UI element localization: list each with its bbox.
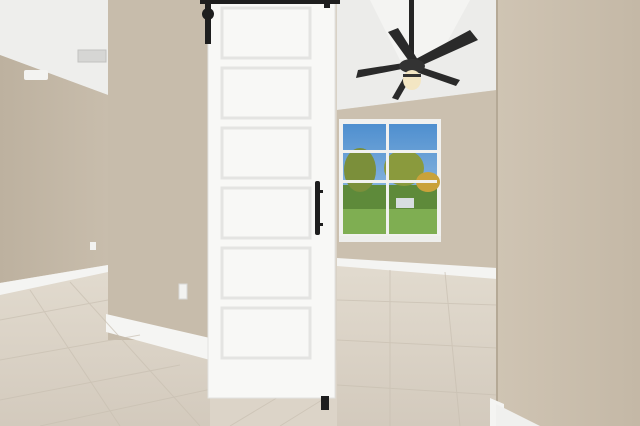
right-foreground-wall xyxy=(497,0,640,426)
window xyxy=(339,119,441,242)
barn-door-hanger-right xyxy=(324,0,330,8)
room-scene xyxy=(0,0,640,426)
room-photo xyxy=(0,0,640,426)
handle-bracket-bottom xyxy=(318,223,323,226)
partition-wall xyxy=(108,0,208,340)
barn-door-hanger-left xyxy=(205,0,211,44)
smoke-detector xyxy=(24,70,48,80)
door-floor-guide xyxy=(321,396,329,410)
door-handle[interactable] xyxy=(315,181,320,235)
wall-outlet-icon xyxy=(178,283,188,300)
hanger-roller-left xyxy=(202,8,214,20)
air-vent-icon xyxy=(77,49,107,63)
handle-bracket-top xyxy=(318,190,323,193)
wall-outlet-icon xyxy=(90,242,96,250)
barn-door-rail xyxy=(200,0,340,4)
